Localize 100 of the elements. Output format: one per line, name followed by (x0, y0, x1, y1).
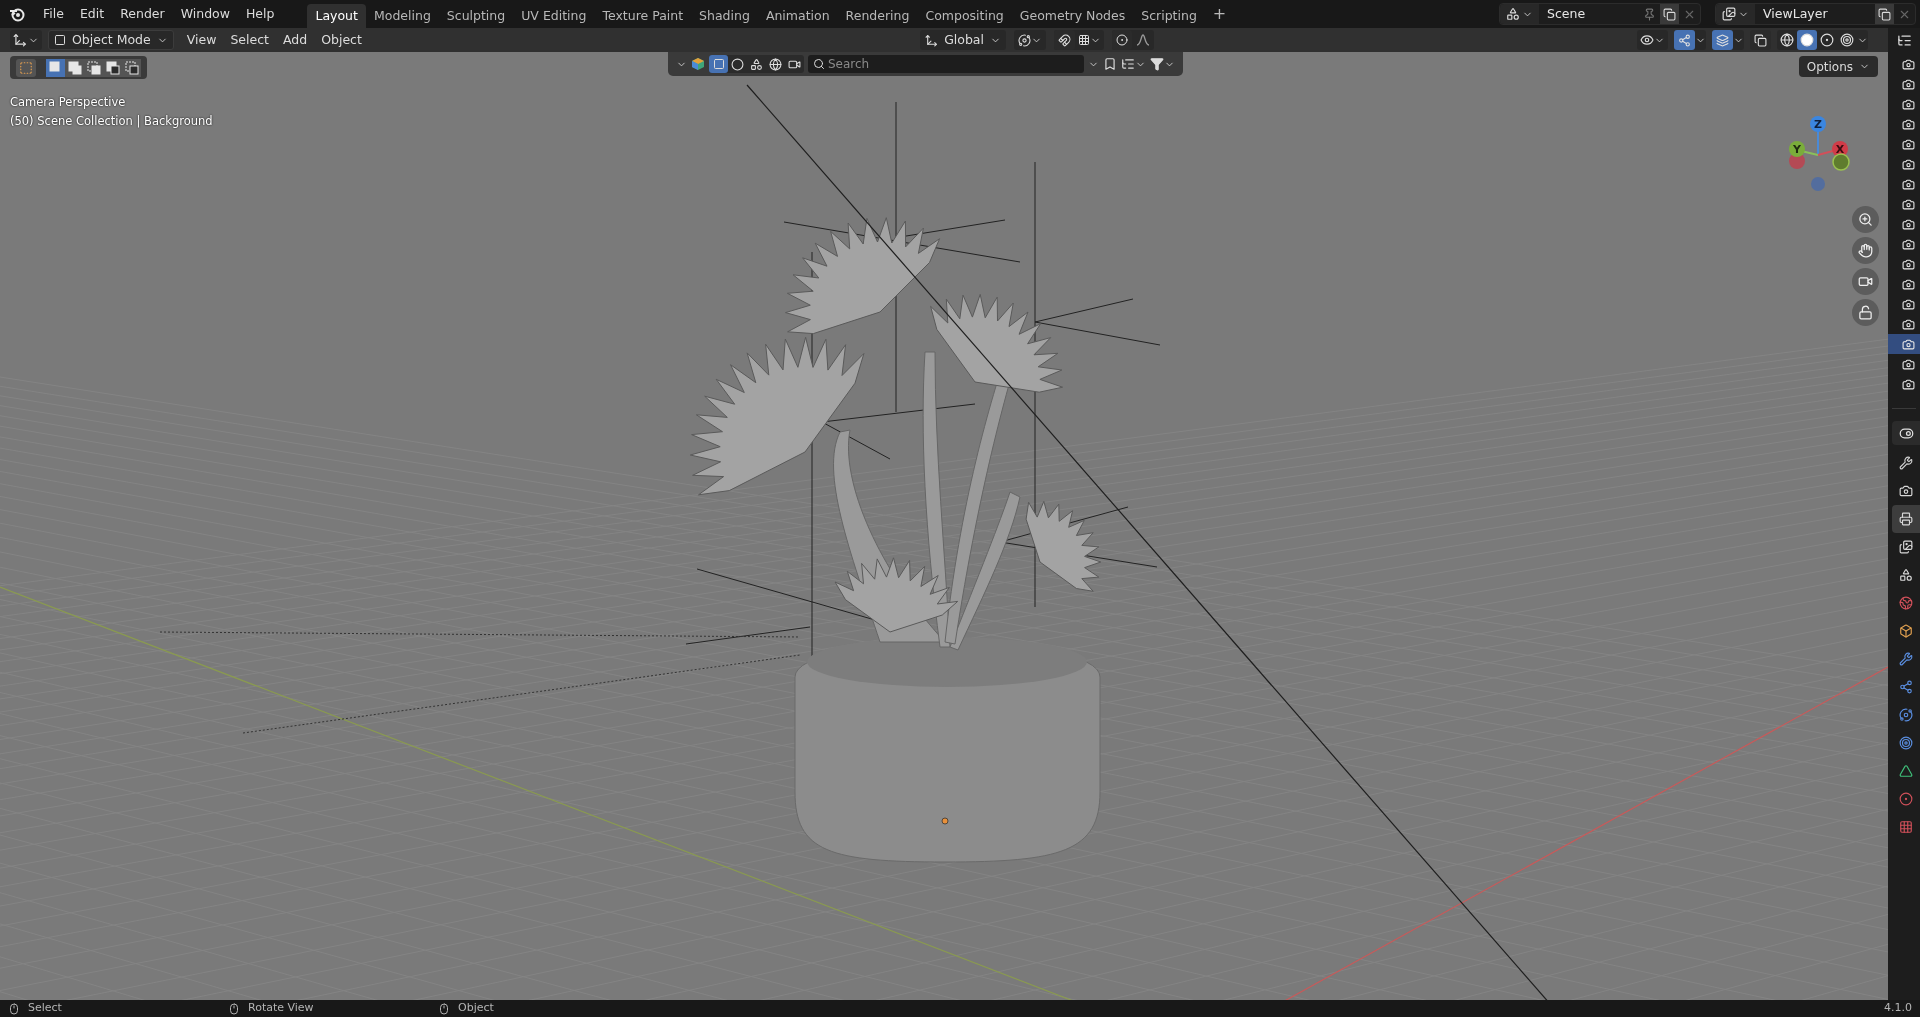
camera-icon (1902, 357, 1915, 371)
overlays-toggle[interactable] (1712, 30, 1733, 50)
menu-item[interactable]: Render (112, 3, 173, 25)
modifier-icon (1899, 652, 1913, 666)
material-icon (1899, 792, 1913, 806)
duplicate-icon[interactable] (1663, 7, 1676, 21)
add-workspace-button[interactable]: + (1204, 2, 1235, 26)
select-box-tool-button[interactable] (16, 58, 36, 77)
axes-icon (13, 33, 27, 47)
menu-item[interactable]: Edit (71, 3, 113, 25)
world-icon (1899, 596, 1913, 610)
mouse-icon (438, 1002, 450, 1015)
camera-icon (1902, 237, 1915, 251)
pivot-icon (1018, 33, 1031, 47)
orientation-icon (925, 33, 939, 47)
workspace-tab[interactable]: Scripting (1133, 4, 1205, 28)
bookmark-icon[interactable] (1103, 57, 1117, 71)
wireframe-shading-icon (1780, 33, 1794, 47)
view-layer-name: ViewLayer (1762, 4, 1829, 23)
camera-icon (1902, 257, 1915, 271)
shading-mode-button[interactable] (1797, 30, 1817, 50)
menu-item[interactable]: Help (237, 3, 283, 25)
object-type-icon[interactable] (712, 58, 725, 70)
select-mode-button[interactable] (65, 58, 84, 77)
duplicate-icon[interactable] (1878, 7, 1891, 21)
workspace-tab[interactable]: UV Editing (513, 4, 595, 28)
visibility-dropdown[interactable] (1637, 30, 1668, 50)
header-menu[interactable]: View (179, 30, 224, 50)
header-menu[interactable]: Object (314, 30, 369, 50)
blender-logo-icon[interactable] (9, 6, 25, 22)
scene-icon (1506, 7, 1520, 21)
camera-icon (1902, 217, 1915, 231)
pivot-dropdown[interactable] (1014, 30, 1046, 50)
select-mode-button[interactable] (84, 58, 103, 77)
select-mode-icon (67, 60, 82, 75)
world-type-icon[interactable] (769, 57, 782, 71)
object-filter-icon[interactable] (691, 57, 705, 71)
orientation-dropdown[interactable]: Global (920, 30, 1006, 50)
outliner-row[interactable] (1888, 334, 1920, 354)
camera-icon (1902, 77, 1915, 91)
workspace-tab[interactable]: Compositing (917, 4, 1012, 28)
menu-item[interactable]: File (35, 3, 72, 25)
mouse-icon (228, 1002, 240, 1015)
properties-tab[interactable] (1892, 505, 1920, 533)
menu-item[interactable]: Window (172, 3, 238, 25)
view-layer-selector[interactable]: ViewLayer (1715, 3, 1916, 25)
viewport-info-text: (50) Scene Collection | Background (10, 113, 213, 131)
mode-dropdown[interactable]: Object Mode (48, 30, 174, 50)
select-box-icon (19, 60, 33, 75)
workspace-tab[interactable]: Texture Paint (594, 4, 692, 28)
camera-icon (1902, 137, 1915, 151)
tool-settings-toggle[interactable] (1892, 421, 1920, 445)
gizmo-toggle[interactable] (1674, 30, 1695, 50)
tool-icon (1899, 456, 1913, 470)
status-hint: Rotate View (248, 1000, 314, 1017)
material-shading-icon (1820, 33, 1834, 47)
camera-icon (1902, 97, 1915, 111)
filter-icon[interactable] (1150, 57, 1164, 71)
constraint-icon (1899, 736, 1913, 750)
light-type-icon[interactable] (750, 57, 763, 71)
camera-icon (1902, 277, 1915, 291)
gizmo-icon (1678, 33, 1691, 47)
select-mode-button[interactable] (46, 58, 65, 77)
images-icon (1899, 540, 1913, 554)
scene-selector[interactable]: Scene (1499, 3, 1701, 25)
search-field[interactable]: Search (808, 55, 1084, 73)
toggle-icon (1898, 425, 1914, 441)
outliner-icon[interactable] (1896, 32, 1912, 48)
select-mode-button[interactable] (103, 58, 122, 77)
workspace-tab[interactable]: Animation (757, 4, 838, 28)
workspace-tab[interactable]: Rendering (837, 4, 918, 28)
workspace-tab[interactable]: Shading (691, 4, 758, 28)
camera-icon (1902, 377, 1915, 391)
select-mode-button[interactable] (122, 58, 141, 77)
solid-shading-icon (1800, 33, 1814, 47)
camera-icon (1902, 297, 1915, 311)
select-mode-icon (105, 60, 120, 75)
mesh-type-icon[interactable] (731, 57, 744, 71)
status-hint: Select (28, 1000, 62, 1017)
header-menu[interactable]: Add (276, 30, 315, 50)
workspace-tab[interactable]: Modeling (365, 4, 439, 28)
pin-icon[interactable] (1643, 7, 1656, 21)
texture-icon (1899, 820, 1913, 834)
workspace-tab[interactable]: Sculpting (438, 4, 514, 28)
editor-type-button[interactable] (10, 30, 42, 50)
xray-toggle[interactable] (1750, 30, 1771, 50)
hierarchy-icon[interactable] (1121, 57, 1135, 71)
header-menu[interactable]: Select (223, 30, 276, 50)
render-icon (1899, 484, 1913, 498)
mesh-data-icon (1899, 764, 1913, 778)
cube-icon (54, 34, 66, 46)
view-layer-icon (1722, 7, 1736, 21)
falloff-curve-icon (1136, 34, 1150, 46)
options-dropdown[interactable]: Options (1798, 56, 1878, 77)
select-mode-icon (86, 60, 101, 75)
magnet-icon (1058, 33, 1071, 47)
navigation-gizmo[interactable]: Z Y X (1782, 112, 1856, 192)
workspace-tab[interactable]: Layout (307, 4, 366, 28)
eye-icon (1640, 33, 1654, 47)
workspace-tab[interactable]: Geometry Nodes (1011, 4, 1134, 28)
